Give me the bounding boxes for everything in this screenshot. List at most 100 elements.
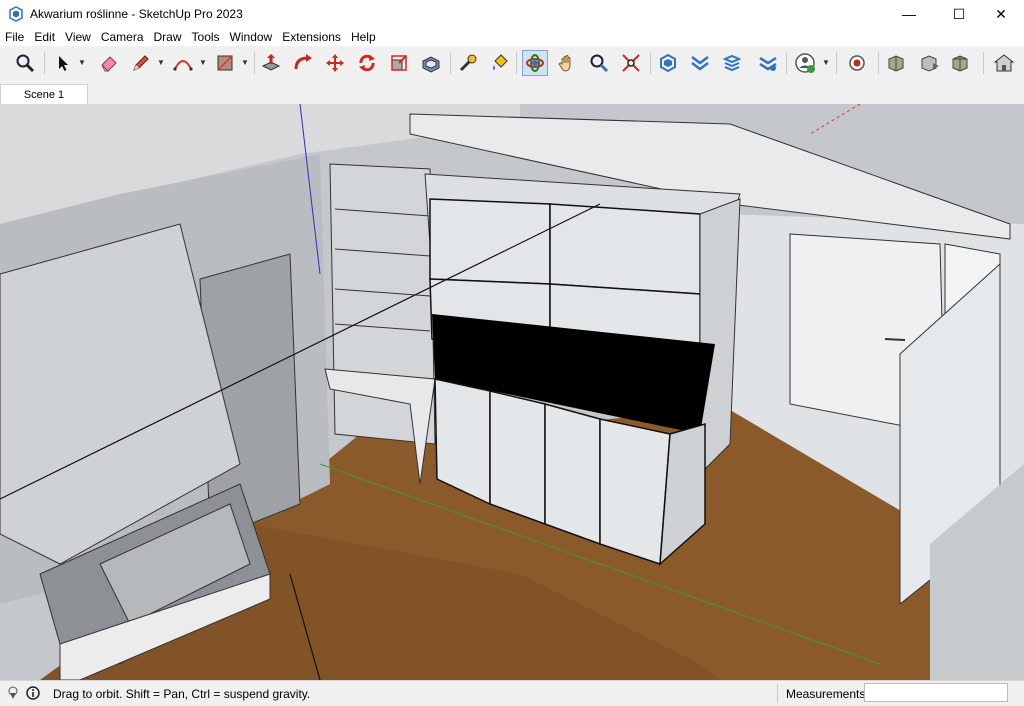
extension-manager-button[interactable] <box>755 50 781 76</box>
components-icon <box>921 55 939 72</box>
menu-window[interactable]: Window <box>225 28 278 46</box>
info-icon[interactable] <box>26 686 40 700</box>
record-icon <box>849 55 865 71</box>
zoom-extents-icon <box>16 54 35 73</box>
window-title: Akwarium roślinne - SketchUp Pro 2023 <box>30 7 243 21</box>
components-button[interactable] <box>917 50 943 76</box>
toolbar-separator <box>516 52 517 74</box>
extension-manager-icon <box>759 56 777 71</box>
move-button[interactable] <box>322 50 348 76</box>
pan-icon <box>558 55 571 72</box>
profile-button[interactable] <box>792 50 818 76</box>
scale-button[interactable] <box>386 50 412 76</box>
rectangle-button[interactable] <box>212 50 238 76</box>
measurements-label: Measurements <box>786 687 866 701</box>
measurements-input[interactable] <box>864 683 1008 702</box>
pencil-line-icon <box>133 55 149 71</box>
rotate-icon <box>359 54 375 72</box>
scene-tab[interactable]: Scene 1 <box>0 84 88 104</box>
main-toolbar: ▼ ▼ ▼ ▼ ▼ <box>0 46 1024 83</box>
warehouse-icon <box>660 53 676 73</box>
select-button[interactable] <box>50 50 76 76</box>
lower-door-3 <box>544 403 601 546</box>
model-view <box>0 104 1024 680</box>
model-info-button[interactable] <box>885 50 911 76</box>
layout-button[interactable] <box>719 50 745 76</box>
warehouse-button[interactable] <box>655 50 681 76</box>
menu-draw[interactable]: Draw <box>149 28 187 46</box>
maximize-button[interactable]: ☐ <box>936 0 982 28</box>
upper-door-1 <box>429 198 551 285</box>
home-button[interactable] <box>991 50 1017 76</box>
status-bar: Drag to orbit. Shift = Pan, Ctrl = suspe… <box>0 680 1024 706</box>
menu-file[interactable]: File <box>0 28 29 46</box>
materials-button[interactable] <box>949 50 975 76</box>
follow-me-icon <box>294 54 312 70</box>
tape-measure-button[interactable] <box>455 50 481 76</box>
zoom-window-button[interactable] <box>618 50 644 76</box>
close-button[interactable]: ✕ <box>978 0 1024 28</box>
3d-viewport[interactable] <box>0 104 1024 680</box>
maximize-icon: ☐ <box>952 5 966 22</box>
menu-help[interactable]: Help <box>346 28 381 46</box>
menu-tools[interactable]: Tools <box>187 28 225 46</box>
zoom-window-icon <box>622 54 640 72</box>
push-pull-button[interactable] <box>258 50 284 76</box>
status-hint: Drag to orbit. Shift = Pan, Ctrl = suspe… <box>53 687 311 701</box>
toolbar-separator <box>254 52 255 74</box>
paint-bucket-button[interactable] <box>487 50 513 76</box>
arc-icon <box>173 60 193 71</box>
zoom-button[interactable] <box>586 50 612 76</box>
paint-bucket-icon <box>493 54 508 70</box>
status-separator <box>777 684 778 703</box>
layout-icon <box>722 54 742 72</box>
toolbar-separator <box>786 52 787 74</box>
push-pull-icon <box>261 54 281 71</box>
chevron-down-icon[interactable]: ▼ <box>822 58 830 67</box>
zoom-extents-button[interactable] <box>12 50 38 76</box>
follow-me-button[interactable] <box>290 50 316 76</box>
chevron-down-icon[interactable]: ▼ <box>157 58 165 67</box>
minimize-button[interactable]: — <box>886 0 932 28</box>
select-icon <box>59 56 68 71</box>
offset-button[interactable] <box>418 50 444 76</box>
arc-button[interactable] <box>170 50 196 76</box>
menu-extensions[interactable]: Extensions <box>277 28 346 46</box>
tape-measure-icon <box>459 54 477 72</box>
menu-camera[interactable]: Camera <box>96 28 149 46</box>
scale-icon <box>391 55 407 71</box>
extension-warehouse-button[interactable] <box>687 50 713 76</box>
rotate-button[interactable] <box>354 50 380 76</box>
model-info-icon <box>888 55 904 72</box>
menu-bar: File Edit View Camera Draw Tools Window … <box>0 28 1024 46</box>
lower-door-2 <box>489 390 546 526</box>
minimize-icon: — <box>902 6 916 22</box>
orbit-button[interactable] <box>522 50 548 76</box>
menu-edit[interactable]: Edit <box>29 28 60 46</box>
chevron-down-icon[interactable]: ▼ <box>78 58 86 67</box>
eraser-button[interactable] <box>96 50 122 76</box>
geolocation-icon[interactable] <box>6 686 20 700</box>
pencil-line-button[interactable] <box>128 50 154 76</box>
home-icon <box>993 54 1015 72</box>
eraser-icon <box>101 56 117 72</box>
menu-view[interactable]: View <box>60 28 96 46</box>
chevron-down-icon[interactable]: ▼ <box>199 58 207 67</box>
chevron-down-icon[interactable]: ▼ <box>241 58 249 67</box>
lower-door-4 <box>599 418 671 566</box>
extension-warehouse-icon <box>691 56 709 71</box>
door-handle-icon <box>884 338 906 341</box>
record-button[interactable] <box>844 50 870 76</box>
toolbar-separator <box>44 52 45 74</box>
toolbar-separator <box>836 52 837 74</box>
pan-button[interactable] <box>554 50 580 76</box>
sketchup-app-icon <box>9 6 23 22</box>
toolbar-separator <box>450 52 451 74</box>
rectangle-icon <box>217 55 233 71</box>
offset-icon <box>422 56 440 73</box>
profile-icon <box>795 53 815 73</box>
title-bar: Akwarium roślinne - SketchUp Pro 2023 — … <box>0 0 1024 28</box>
move-icon <box>326 54 344 72</box>
zoom-icon <box>590 54 609 73</box>
toolbar-separator <box>650 52 651 74</box>
